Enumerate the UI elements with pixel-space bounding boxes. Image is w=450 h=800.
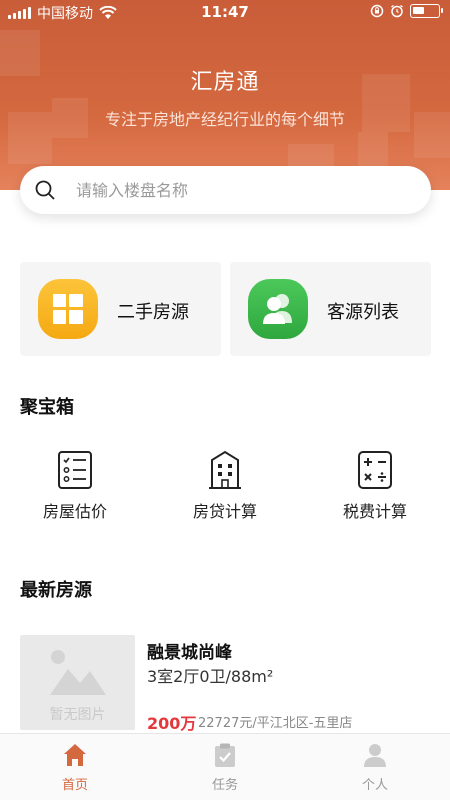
battery-level [413, 7, 424, 14]
latest-listings-title: 最新房源 [20, 580, 92, 601]
decor-cube [358, 132, 388, 166]
listing-meta: 22727元/平江北区-五里店 [198, 716, 353, 731]
tool-label: 税费计算 [342, 502, 407, 521]
tab-home[interactable]: 首页 [25, 742, 125, 793]
clipboard-check-icon [215, 743, 235, 767]
customer-list-card[interactable]: 客源列表 [230, 262, 431, 356]
checklist-icon [58, 451, 92, 489]
search-bar[interactable] [20, 166, 431, 214]
app-subtitle: 专注于房地产经纪行业的每个细节 [104, 110, 345, 129]
person-icon [364, 744, 386, 767]
listing-spec: 3室2厅0卫/88m² [147, 667, 274, 686]
status-bar: 中国移动 11:47 [0, 0, 450, 24]
building-icon [209, 450, 241, 489]
mortgage-calculator-tool[interactable]: 房贷计算 [165, 450, 285, 522]
calculator-icon [358, 451, 392, 489]
header-banner: 中国移动 11:47 汇房通 专注于房地产经纪行业的每个细节 [0, 0, 450, 190]
card-label: 二手房源 [117, 302, 189, 323]
second-hand-houses-card[interactable]: 二手房源 [20, 262, 221, 356]
people-icon [248, 279, 308, 339]
alarm-icon [391, 4, 403, 18]
card-label: 客源列表 [327, 302, 399, 323]
tool-label: 房贷计算 [192, 502, 257, 521]
treasure-box-title: 聚宝箱 [20, 397, 74, 418]
app-title: 汇房通 [190, 70, 260, 95]
no-image-label: 暂无图片 [49, 707, 106, 723]
tab-label: 首页 [61, 778, 88, 793]
listing-thumbnail: 暂无图片 [20, 635, 135, 730]
home-icon [64, 744, 86, 766]
battery-icon [410, 4, 443, 18]
house-valuation-tool[interactable]: 房屋估价 [15, 450, 135, 522]
tab-tasks[interactable]: 任务 [175, 742, 275, 793]
tab-bar: 首页 任务 个人 [0, 733, 450, 800]
search-input[interactable] [76, 176, 406, 204]
tool-label: 房屋估价 [42, 502, 107, 521]
status-right [370, 4, 443, 18]
search-icon [35, 180, 55, 200]
rotation-lock-icon [370, 4, 384, 18]
tab-label: 任务 [211, 778, 238, 793]
listing-name: 融景城尚峰 [147, 643, 232, 663]
tab-profile[interactable]: 个人 [325, 742, 425, 793]
windows-grid-icon [38, 279, 98, 339]
tax-calculator-tool[interactable]: 税费计算 [315, 450, 435, 522]
listing-price: 200万 [147, 714, 197, 733]
tab-label: 个人 [361, 778, 388, 793]
